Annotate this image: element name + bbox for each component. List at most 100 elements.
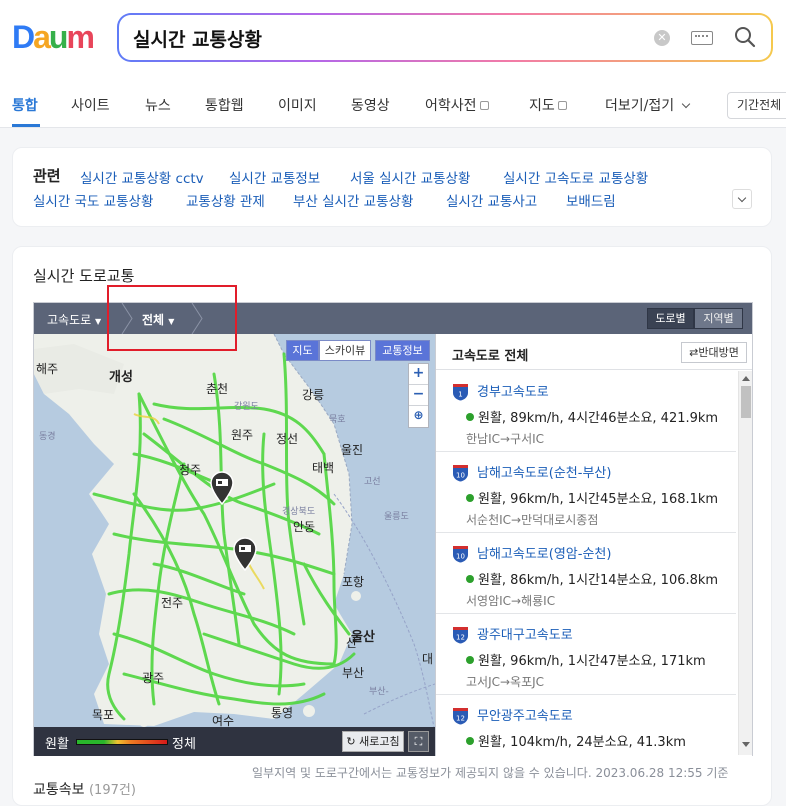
clear-icon[interactable]: ✕ — [654, 30, 670, 46]
route-name[interactable]: 광주대구고속도로 — [477, 624, 573, 643]
tab-news[interactable]: 뉴스 — [145, 95, 171, 115]
scroll-thumb[interactable] — [741, 386, 751, 418]
route-status-text: 원활, 96km/h, 1시간47분소요, 171km — [478, 654, 706, 669]
view-by-region-button[interactable]: 지역별 — [694, 308, 743, 329]
route-item[interactable]: 12 무안광주고속도로 원활, 104km/h, 24분소요, 41.3km — [436, 695, 736, 755]
highway-shield-icon: 10 — [453, 465, 468, 482]
scroll-up-icon[interactable] — [742, 376, 750, 381]
view-by-road-button[interactable]: 도로별 — [647, 308, 694, 329]
fullscreen-icon[interactable]: ⛶ — [408, 731, 429, 752]
route-item[interactable]: 1 경부고속도로 원활, 89km/h, 4시간46분소요, 421.9km 한… — [436, 371, 736, 452]
map-label: 동경 — [39, 432, 56, 442]
tab-all[interactable]: 통합 — [12, 95, 38, 115]
route-item[interactable]: 10 남해고속도로(영암-순천) 원활, 86km/h, 1시간14분소요, 1… — [436, 533, 736, 614]
checkbox-icon[interactable] — [479, 101, 489, 110]
tab-map[interactable]: 지도 — [529, 95, 567, 115]
map-label: 울릉도 — [384, 512, 409, 522]
map-label: 포항 — [342, 575, 365, 589]
traffic-legend: 원활 정체 ↻ 새로고침 ⛶ — [34, 727, 435, 756]
logo-letter: u — [48, 19, 68, 55]
map-label: 전주 — [161, 596, 184, 610]
expand-related-button[interactable] — [732, 189, 752, 209]
map-label: 고선 — [364, 477, 381, 487]
related-link[interactable]: 서울 실시간 교통상황 — [350, 167, 470, 187]
route-item[interactable]: 10 남해고속도로(순천-부산) 원활, 96km/h, 1시간45분소요, 1… — [436, 452, 736, 533]
zoom-in-button[interactable]: + — [409, 364, 428, 385]
map-label: 울진 — [341, 443, 364, 457]
traffic-map[interactable]: 동경 묵호 강원도 고선 경상북도 울릉도 부산- 해주 개성 춘천 강릉 원주… — [34, 334, 435, 727]
traffic-news-heading[interactable]: 교통속보 (197건) — [33, 779, 136, 799]
map-canvas — [34, 334, 435, 727]
search-input[interactable]: 실시간 교통상황 — [133, 25, 262, 52]
map-label: 청주 — [179, 463, 202, 477]
route-list-scrollbar[interactable] — [738, 371, 752, 755]
annotation-highlight-box — [107, 285, 237, 351]
refresh-icon: ↻ — [346, 735, 356, 748]
keyboard-icon[interactable] — [691, 31, 713, 45]
related-link[interactable]: 보배드림 — [566, 190, 616, 210]
highway-shield-icon: 12 — [453, 627, 468, 644]
map-label: 대 — [422, 652, 434, 666]
tab-more[interactable]: 더보기/접기 — [605, 95, 690, 115]
map-label: 묵호 — [329, 415, 346, 425]
route-panel-title: 고속도로 전체 — [452, 349, 529, 364]
status-dot — [466, 575, 474, 583]
highway-shield-icon: 1 — [453, 384, 468, 401]
status-dot — [466, 656, 474, 664]
zoom-control: + − ⊕ — [408, 363, 429, 428]
daum-logo[interactable]: Daum — [12, 19, 95, 55]
search-icon[interactable] — [733, 25, 757, 49]
svg-text:10: 10 — [456, 472, 465, 480]
tab-dictionary-label: 어학사전 — [425, 98, 477, 114]
tab-dictionary[interactable]: 어학사전 — [425, 95, 489, 115]
related-link[interactable]: 실시간 교통정보 — [229, 167, 320, 187]
route-name[interactable]: 남해고속도로(순천-부산) — [477, 462, 611, 481]
incident-marker-icon[interactable] — [209, 471, 235, 505]
map-label: 춘천 — [206, 382, 229, 396]
related-link[interactable]: 부산 실시간 교통상황 — [293, 190, 413, 210]
map-label: 산 — [346, 636, 358, 650]
route-name[interactable]: 무안광주고속도로 — [477, 705, 573, 724]
reverse-direction-label: 반대방면 — [698, 346, 739, 359]
traffic-info-button[interactable]: 교통정보 — [375, 340, 430, 361]
route-name[interactable]: 남해고속도로(영암-순천) — [477, 543, 611, 562]
route-segment: 서영암IC→해룡IC — [466, 594, 556, 608]
map-label: 안동 — [293, 520, 316, 534]
route-status-text: 원활, 96km/h, 1시간45분소요, 168.1km — [478, 492, 719, 507]
traffic-news-count: (197건) — [88, 783, 136, 798]
map-label: 강원도 — [234, 402, 259, 412]
incident-marker-icon[interactable] — [232, 537, 258, 571]
route-status: 원활, 96km/h, 1시간47분소요, 171km — [466, 650, 706, 669]
reverse-direction-button[interactable]: ⇄반대방면 — [681, 342, 747, 363]
checkbox-icon[interactable] — [557, 101, 567, 110]
rotate-icon[interactable]: ⊕ — [409, 406, 428, 427]
map-label: 경상북도 — [282, 507, 316, 517]
map-label: 여수 — [212, 714, 235, 727]
related-link[interactable]: 실시간 교통상황 cctv — [80, 167, 204, 187]
top-header: Daum 실시간 교통상황 ✕ 통합 사이트 뉴스 통합웹 이미지 동영상 어학… — [0, 0, 786, 128]
tab-image[interactable]: 이미지 — [278, 95, 317, 115]
related-link[interactable]: 교통상황 관제 — [186, 190, 265, 210]
related-link[interactable]: 실시간 교통사고 — [446, 190, 537, 210]
tab-more-label: 더보기/접기 — [605, 98, 675, 114]
skyview-button[interactable]: 스카이뷰 — [319, 340, 371, 361]
tab-web[interactable]: 통합웹 — [205, 95, 244, 115]
route-item[interactable]: 12 광주대구고속도로 원활, 96km/h, 1시간47분소요, 171km … — [436, 614, 736, 695]
related-link[interactable]: 실시간 고속도로 교통상황 — [503, 167, 648, 187]
highway-shield-icon: 12 — [453, 708, 468, 725]
legend-gradient — [76, 739, 168, 745]
map-view-button[interactable]: 지도 — [286, 340, 319, 361]
zoom-out-button[interactable]: − — [409, 385, 428, 406]
route-segment: 고서JC→옥포JC — [466, 675, 545, 689]
status-dot — [466, 413, 474, 421]
refresh-label: 새로고침 — [359, 735, 400, 748]
route-name[interactable]: 경부고속도로 — [477, 381, 549, 400]
related-link[interactable]: 실시간 국도 교통상황 — [33, 190, 153, 210]
category-dropdown[interactable]: 고속도로 ▼ — [47, 311, 101, 328]
tab-video[interactable]: 동영상 — [351, 95, 390, 115]
refresh-button[interactable]: ↻ 새로고침 — [342, 731, 404, 752]
tab-site[interactable]: 사이트 — [71, 95, 110, 115]
period-filter-button[interactable]: 기간전체 — [727, 92, 786, 119]
scroll-down-icon[interactable] — [742, 742, 750, 747]
route-panel: 고속도로 전체 ⇄반대방면 1 경부고속도로 원활, 89km/h, 4시간46… — [435, 334, 752, 756]
